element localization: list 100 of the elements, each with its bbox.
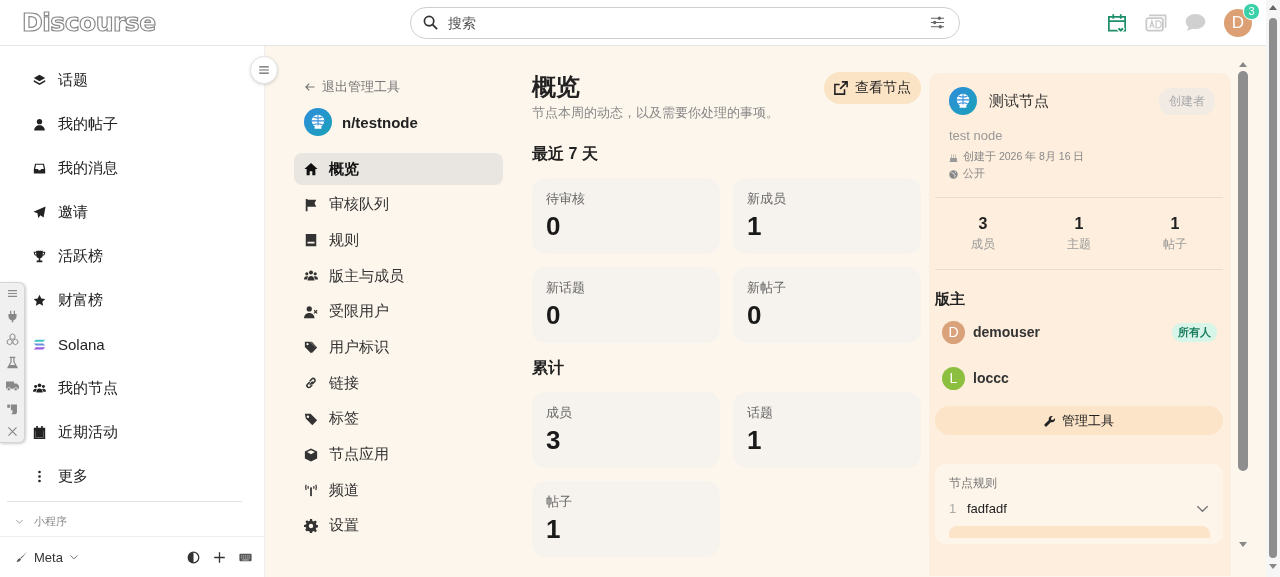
sidebar-item[interactable]: 我的消息: [33, 146, 126, 190]
sidebar-item[interactable]: 我的帖子: [33, 102, 126, 146]
nav-item[interactable]: 设置: [294, 509, 503, 542]
user-x-icon: [304, 304, 318, 319]
stat-value: 0: [546, 211, 562, 242]
manage-button[interactable]: 管理工具: [935, 406, 1223, 435]
stat-label: 话题: [747, 405, 774, 422]
external-link-icon: [834, 81, 848, 95]
brush-icon: [16, 551, 28, 563]
stat-value: 3: [977, 215, 989, 233]
inbox-icon: [33, 161, 46, 175]
rules-title: 节点规则: [949, 476, 998, 491]
theme-switcher[interactable]: Meta: [16, 549, 79, 565]
section-title: 最近 7 天: [532, 144, 599, 164]
user-icon: [33, 117, 46, 131]
nav-item[interactable]: 受限用户: [294, 295, 503, 328]
sidebar-item[interactable]: 我的节点: [33, 366, 126, 410]
search-icon: [423, 15, 438, 30]
nav-item[interactable]: 节点应用: [294, 438, 503, 471]
stat-label: 新成员: [747, 191, 787, 208]
rule-number: 1: [949, 500, 957, 516]
filter-icon[interactable]: [930, 15, 945, 30]
owner-badge: 所有人: [1172, 322, 1217, 342]
view-node-button[interactable]: 查看节点: [824, 72, 921, 104]
star-icon: [33, 293, 46, 307]
sidebar-item[interactable]: Solana: [33, 322, 113, 366]
sidebar-item[interactable]: 话题: [33, 58, 96, 102]
section-title: 累计: [532, 358, 565, 378]
page-title: 概览: [532, 72, 581, 102]
contrast-icon[interactable]: [187, 550, 200, 564]
arrow-left-icon: [304, 81, 316, 93]
section-title: 版主: [935, 290, 966, 309]
truck-icon[interactable]: [5, 379, 19, 392]
page-subtitle: 节点本周的动态，以及需要你处理的事项。: [532, 104, 779, 122]
stat-value: 1: [747, 211, 763, 242]
paper-plane-icon: [33, 205, 46, 219]
close-icon[interactable]: [5, 425, 19, 438]
sidebar-item[interactable]: 邀请: [33, 190, 96, 234]
wrench-icon: [1044, 414, 1056, 427]
role-badge: 创建者: [1159, 87, 1215, 115]
cake-icon: [949, 152, 958, 162]
calendar-icon: [33, 425, 46, 439]
visibility: 公开: [963, 167, 985, 181]
plug-icon[interactable]: [5, 310, 19, 323]
stat-value: 1: [747, 425, 763, 456]
layers-icon: [33, 73, 46, 87]
node-logo: [304, 108, 332, 136]
scroll-icon[interactable]: [5, 402, 19, 415]
stat-value: 0: [747, 300, 763, 331]
search-field[interactable]: 搜索: [446, 13, 922, 32]
stat-value: 1: [546, 514, 562, 545]
stat-label: 主题: [1066, 236, 1092, 253]
sidebar-item[interactable]: 活跃榜: [33, 234, 111, 278]
book-icon: [304, 233, 318, 248]
node-logo: [949, 87, 977, 115]
sidebar-item[interactable]: 近期活动: [33, 410, 126, 454]
link-icon: [304, 376, 318, 391]
sidebar-item[interactable]: 财富榜: [33, 278, 111, 322]
globe-icon: [949, 169, 958, 179]
logo[interactable]: Discourse: [22, 6, 410, 39]
nav-item[interactable]: 标签: [294, 402, 503, 435]
menu-toggle[interactable]: [250, 56, 278, 84]
section-header[interactable]: 小程序: [0, 510, 67, 532]
menu-icon: [257, 63, 271, 77]
stat-label: 新帖子: [747, 280, 787, 297]
stat-label: 待审核: [546, 191, 586, 208]
nav-item[interactable]: 用户标识: [294, 331, 503, 364]
username[interactable]: demouser: [973, 324, 1040, 340]
stat-value: 1: [1169, 215, 1181, 233]
rule-text: fadfadf: [967, 500, 1007, 516]
cube-icon: [304, 447, 318, 462]
username[interactable]: loccc: [973, 370, 1009, 386]
settings-icon: [304, 518, 318, 533]
node-name: n/testnode: [342, 113, 418, 131]
nav-item[interactable]: 链接: [294, 367, 503, 400]
stat-label: 成员: [546, 405, 573, 422]
sidebar-item[interactable]: 更多: [33, 454, 96, 498]
stripes-icon: [33, 337, 46, 351]
nav-item[interactable]: 频道: [294, 474, 503, 507]
created-date: 创建于 2026 年 8月 16 日: [963, 150, 1085, 164]
menu-icon[interactable]: [5, 287, 19, 300]
stat-value: 1: [1073, 215, 1085, 233]
flag-icon: [304, 197, 318, 212]
nav-item[interactable]: 概览: [294, 153, 503, 185]
cubes-icon[interactable]: [5, 333, 19, 346]
stat-label: 帖子: [1162, 236, 1188, 253]
stat-label: 新话题: [546, 280, 586, 297]
calendar-icon[interactable]: [1107, 12, 1127, 33]
back-link[interactable]: 退出管理工具: [294, 76, 503, 98]
users-icon: [33, 381, 46, 395]
nav-item[interactable]: 审核队列: [294, 188, 503, 221]
flask-icon[interactable]: [5, 356, 19, 369]
plus-icon[interactable]: [213, 550, 226, 564]
tag-icon: [304, 411, 318, 426]
home-icon: [304, 162, 318, 176]
nav-item[interactable]: 版主与成员: [294, 260, 503, 293]
nav-item[interactable]: 规则: [294, 224, 503, 257]
trophy-icon: [33, 249, 46, 263]
chevron-down-icon: [68, 552, 79, 562]
node-name: 测试节点: [989, 91, 1049, 111]
